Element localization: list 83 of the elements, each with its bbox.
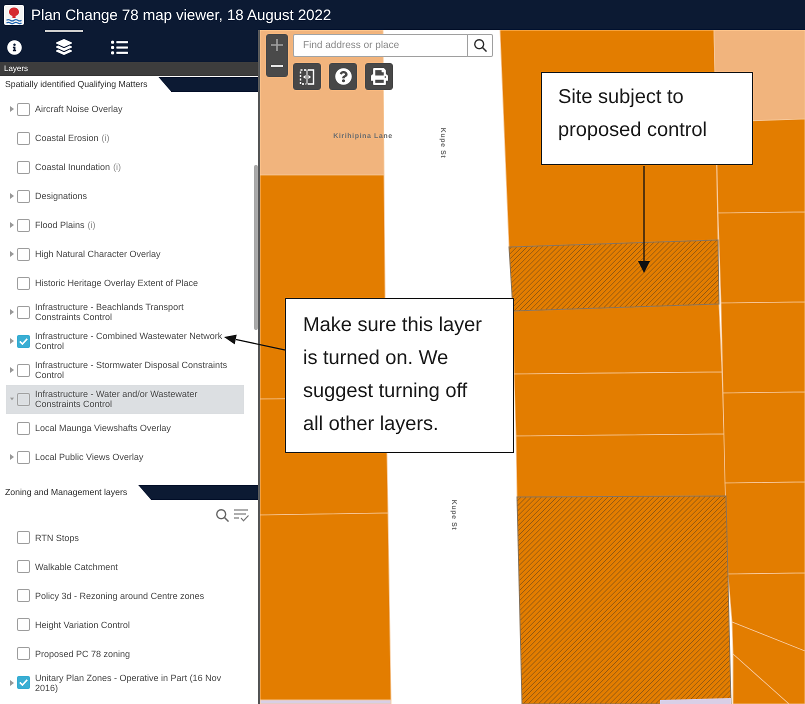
help-button[interactable] bbox=[329, 63, 357, 90]
layer-name: Infrastructure - Stormwater Disposal Constraints Control bbox=[35, 360, 228, 380]
checkbox[interactable] bbox=[17, 676, 30, 689]
checkbox[interactable] bbox=[17, 450, 30, 464]
section-title: Spatially identified Qualifying Matters bbox=[0, 77, 172, 92]
help-icon bbox=[334, 68, 352, 85]
caret-icon[interactable] bbox=[10, 680, 14, 686]
checkbox[interactable] bbox=[17, 218, 30, 232]
search-button[interactable] bbox=[467, 34, 493, 57]
caret-down-icon[interactable] bbox=[10, 397, 14, 401]
search-field[interactable]: Find address or place bbox=[293, 34, 467, 57]
layer-name: Local Public Views Overlay bbox=[35, 452, 144, 462]
highlighted-row[interactable]: Infrastructure - Water and/or Wastewater Constraints Control bbox=[6, 384, 244, 414]
layer-name: Designations bbox=[35, 191, 88, 201]
checkbox[interactable] bbox=[17, 306, 30, 318]
checkbox[interactable] bbox=[17, 560, 30, 573]
printer-icon bbox=[370, 68, 388, 85]
print-button[interactable] bbox=[365, 63, 393, 90]
checkbox[interactable] bbox=[17, 276, 30, 290]
layer-name: Aircraft Noise Overlay bbox=[35, 104, 123, 114]
checkbox[interactable] bbox=[17, 589, 30, 602]
layer-name: Infrastructure - Water and/or Wastewater Constraints Control bbox=[35, 389, 198, 409]
checkbox[interactable] bbox=[17, 334, 30, 348]
layer-name: Walkable Catchment bbox=[35, 562, 118, 572]
checkbox[interactable] bbox=[17, 618, 30, 631]
layer-name: Infrastructure - Combined Wastewater Network Control bbox=[35, 331, 222, 351]
info-note[interactable]: (i) bbox=[88, 220, 96, 230]
callout: Site subject to proposed control bbox=[541, 72, 753, 165]
minus-icon bbox=[271, 65, 283, 68]
layer-name: Historic Heritage Overlay Extent of Place bbox=[35, 278, 198, 288]
layer-name: Local Maunga Viewshafts Overlay bbox=[35, 423, 171, 433]
app-title: Plan Change 78 map viewer, 18 August 2022 bbox=[31, 6, 332, 24]
checkbox[interactable] bbox=[17, 364, 30, 376]
caret-icon[interactable] bbox=[10, 338, 14, 344]
check-icon bbox=[19, 338, 28, 344]
layer-name: Coastal Inundation bbox=[35, 162, 110, 172]
layer-name: Coastal Erosion bbox=[35, 133, 99, 143]
callout: Make sure this layer is turned on. We suggest turning off all other layers. bbox=[285, 298, 514, 453]
layer-name: Flood Plains bbox=[35, 220, 85, 230]
checkbox[interactable] bbox=[17, 647, 30, 660]
checkbox[interactable] bbox=[17, 132, 30, 144]
caret-icon[interactable] bbox=[10, 106, 14, 112]
caret-icon[interactable] bbox=[10, 251, 14, 257]
checkbox[interactable] bbox=[17, 102, 30, 116]
layer-name: RTN Stops bbox=[35, 532, 79, 542]
section-title: Zoning and Management layers bbox=[0, 485, 152, 500]
panel-title: Layers bbox=[0, 62, 258, 76]
checkbox[interactable] bbox=[17, 160, 30, 174]
layers-icon bbox=[56, 39, 72, 55]
info-note[interactable]: (i) bbox=[102, 133, 110, 143]
list-check-icon bbox=[234, 509, 249, 522]
layer-name: High Natural Character Overlay bbox=[35, 249, 161, 259]
info-icon bbox=[6, 40, 22, 54]
zoom-out-button[interactable] bbox=[266, 56, 288, 77]
filter-button[interactable] bbox=[234, 509, 249, 522]
caret-icon[interactable] bbox=[10, 367, 14, 373]
check-icon bbox=[19, 679, 28, 686]
emblem-icon bbox=[4, 5, 24, 25]
caret-icon[interactable] bbox=[10, 193, 14, 199]
layer-name: Policy 3d - Rezoning around Centre zones bbox=[35, 590, 204, 600]
caret-icon[interactable] bbox=[10, 222, 14, 228]
checkbox[interactable] bbox=[17, 392, 30, 406]
layer-name: Infrastructure - Beachlands Transport Constraints Control bbox=[35, 302, 184, 322]
info-note[interactable]: (i) bbox=[113, 162, 122, 172]
checkbox[interactable] bbox=[17, 248, 30, 260]
scrollbar-thumb[interactable] bbox=[254, 165, 258, 330]
layer-name: Unitary Plan Zones - Operative in Part (16 Nov 2016) bbox=[35, 672, 222, 692]
checkbox[interactable] bbox=[17, 190, 30, 202]
layer-name: Proposed PC 78 zoning bbox=[35, 648, 130, 658]
checkbox[interactable] bbox=[17, 422, 30, 434]
search-icon bbox=[474, 39, 486, 52]
search-icon bbox=[216, 509, 229, 522]
plus-icon bbox=[271, 38, 283, 51]
swipe-button[interactable] bbox=[293, 63, 321, 90]
list-icon bbox=[110, 38, 128, 56]
zone-strip bbox=[660, 698, 731, 704]
split-panel-icon bbox=[299, 68, 315, 84]
search-button[interactable] bbox=[216, 509, 229, 522]
caret-icon[interactable] bbox=[10, 454, 14, 460]
layer-name: Height Variation Control bbox=[35, 620, 130, 630]
checkbox[interactable] bbox=[17, 531, 30, 544]
caret-icon[interactable] bbox=[10, 309, 14, 315]
pointer-arrow bbox=[224, 334, 286, 351]
